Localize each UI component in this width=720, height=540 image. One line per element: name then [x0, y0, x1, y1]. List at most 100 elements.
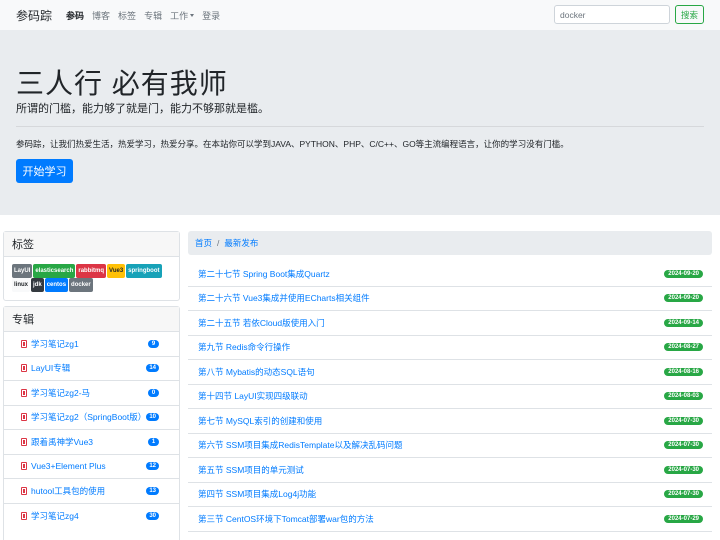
- tag-badge[interactable]: docker: [69, 278, 93, 292]
- post-title-link[interactable]: 第二十六节 Vue3集成并使用ECharts相关组件: [198, 292, 664, 304]
- post-date-badge: 2024-09-20: [664, 269, 703, 278]
- navbar: 参码踪 参码 博客 标签 专辑 工作 登录 docker 搜索: [0, 0, 720, 30]
- nav-item-label: 标签: [118, 10, 137, 21]
- album-count-badge: 10: [146, 413, 159, 422]
- post-item: 第八节 Mybatis的动态SQL语句 2024-08-16: [188, 360, 712, 385]
- breadcrumb-current[interactable]: 最新发布: [224, 237, 258, 249]
- search-form: docker 搜索: [553, 5, 704, 24]
- tag-badge[interactable]: rabbitmq: [76, 264, 107, 278]
- nav-item-label: 参码: [66, 10, 85, 21]
- post-date-badge: 2024-07-30: [664, 465, 703, 474]
- post-title-link[interactable]: 第十四节 LayUI实现四级联动: [198, 390, 664, 402]
- post-title-link[interactable]: 第八节 Mybatis的动态SQL语句: [198, 366, 664, 378]
- post-title-link[interactable]: 第三节 CentOS环境下Tomcat部署war包的方法: [198, 513, 664, 525]
- book-icon: [21, 388, 27, 397]
- post-title-link[interactable]: 第九节 Redis命令行操作: [198, 341, 664, 353]
- album-label: LayUI专辑: [31, 363, 71, 374]
- post-date-badge: 2024-07-30: [664, 490, 703, 499]
- album-label: 学习笔记zg4: [31, 510, 79, 521]
- album-label: 跟着禹神学Vue3: [31, 436, 94, 447]
- album-item[interactable]: 学习笔记zg2-马 0: [4, 381, 179, 406]
- book-icon: [21, 437, 27, 446]
- search-button[interactable]: 搜索: [674, 5, 704, 24]
- book-icon: [21, 413, 27, 422]
- album-count-badge: 13: [146, 486, 159, 495]
- hero-section: 三人行 必有我师 所谓的门槛，能力够了就是门，能力不够那就是槛。 参码踪，让我们…: [0, 30, 720, 215]
- breadcrumb-separator: /: [217, 238, 220, 248]
- breadcrumb: 首页 / 最新发布: [188, 231, 712, 255]
- post-date-badge: 2024-07-30: [664, 416, 703, 425]
- post-item: 第二十七节 Spring Boot集成Quartz 2024-09-20: [188, 262, 712, 287]
- tag-badge[interactable]: LayUI: [12, 264, 33, 278]
- post-title-link[interactable]: 第二十五节 若依Cloud版使用入门: [198, 317, 664, 329]
- album-item[interactable]: 跟着禹神学Vue3 1: [4, 430, 179, 455]
- tag-badge[interactable]: centos: [44, 278, 69, 292]
- album-count-badge: 1: [148, 437, 159, 446]
- post-item: 第四节 SSM项目集成Log4j功能 2024-07-30: [188, 483, 712, 507]
- book-icon: [21, 364, 27, 373]
- nav-item-work-dropdown[interactable]: 工作: [170, 9, 195, 22]
- brand-logo[interactable]: 参码踪: [16, 7, 52, 24]
- book-icon: [21, 339, 27, 348]
- caret-down-icon: [190, 13, 195, 17]
- albums-card-title: 专辑: [4, 307, 179, 332]
- album-label: hutool工具包的使用: [31, 485, 106, 496]
- post-date-badge: 2024-08-27: [664, 343, 703, 352]
- nav-item-login[interactable]: 登录: [202, 9, 220, 22]
- post-title-link[interactable]: 第七节 MySQL索引的创建和使用: [198, 415, 664, 427]
- album-item[interactable]: hutool工具包的使用 13: [4, 479, 179, 504]
- album-item[interactable]: 学习笔记zg1 9: [4, 332, 179, 357]
- book-icon: [21, 462, 27, 471]
- post-title-link[interactable]: 第二十七节 Spring Boot集成Quartz: [198, 268, 664, 280]
- post-item: 第七节 MySQL索引的创建和使用 2024-07-30: [188, 409, 712, 434]
- hero-divider: [16, 126, 704, 127]
- tag-badge[interactable]: Vue3: [107, 264, 126, 278]
- nav-item-label: 登录: [202, 10, 221, 21]
- album-item[interactable]: 学习笔记zg2（SpringBoot版） 10: [4, 406, 179, 430]
- post-list: 第二十七节 Spring Boot集成Quartz 2024-09-20 第二十六节…: [188, 262, 712, 532]
- nav-item-label: 专辑: [144, 10, 163, 21]
- post-item: 第二十六节 Vue3集成并使用ECharts相关组件 2024-09-20: [188, 287, 712, 311]
- post-item: 第六节 SSM项目集成RedisTemplate以及解决乱码问题 2024-07-…: [188, 434, 712, 458]
- tag-badge[interactable]: jdk: [31, 278, 44, 292]
- tag-badge[interactable]: elasticsearch: [33, 264, 76, 278]
- album-count-badge: 30: [146, 511, 159, 520]
- post-item: 第九节 Redis命令行操作 2024-08-27: [188, 336, 712, 360]
- album-count-badge: 14: [146, 364, 159, 373]
- album-count-badge: 12: [146, 462, 159, 471]
- post-item: 第五节 SSM项目的单元测试 2024-07-30: [188, 458, 712, 483]
- breadcrumb-home-link[interactable]: 首页: [195, 237, 212, 249]
- post-date-badge: 2024-08-03: [664, 392, 703, 401]
- tag-badge[interactable]: springboot: [126, 264, 162, 278]
- post-title-link[interactable]: 第五节 SSM项目的单元测试: [198, 464, 664, 476]
- search-input[interactable]: docker: [553, 5, 670, 24]
- start-learning-button[interactable]: 开始学习: [16, 159, 73, 183]
- hero-description: 参码踪，让我们热爱生活，热爱学习，热爱分享。在本站你可以学到JAVA、PYTHO…: [16, 139, 569, 149]
- album-item[interactable]: 学习笔记zg4 30: [4, 504, 179, 529]
- nav-item-label: 博客: [92, 10, 111, 21]
- post-date-badge: 2024-09-20: [664, 294, 703, 303]
- album-item[interactable]: LayUI专辑 14: [4, 357, 179, 381]
- hero-lead: 所谓的门槛，能力够了就是门，能力不够那就是槛。: [16, 103, 269, 115]
- tags-card: 标签 LayUI elasticsearch rabbitmq Vue3 springb…: [3, 231, 180, 301]
- nav-item-blog[interactable]: 博客: [92, 9, 110, 22]
- post-date-badge: 2024-09-14: [664, 318, 703, 327]
- post-title-link[interactable]: 第六节 SSM项目集成RedisTemplate以及解决乱码问题: [198, 439, 664, 451]
- post-item: 第三节 CentOS环境下Tomcat部署war包的方法 2024-07-29: [188, 507, 712, 532]
- nav-item-albums[interactable]: 专辑: [144, 9, 162, 22]
- album-label: Vue3+Element Plus: [31, 461, 106, 472]
- tag-badge[interactable]: linux: [12, 278, 31, 292]
- album-label: 学习笔记zg1: [31, 338, 79, 349]
- book-icon: [21, 486, 27, 495]
- post-date-badge: 2024-07-30: [664, 441, 703, 450]
- hero-title: 三人行 必有我师: [16, 68, 228, 99]
- album-label: 学习笔记zg2（SpringBoot版）: [31, 412, 147, 423]
- album-label: 学习笔记zg2-马: [31, 387, 91, 398]
- tags-list: LayUI elasticsearch rabbitmq Vue3 springboot…: [4, 257, 179, 299]
- nav-item-label: 工作: [170, 10, 189, 21]
- nav-item-home[interactable]: 参码: [66, 9, 84, 22]
- book-icon: [21, 511, 27, 520]
- post-title-link[interactable]: 第四节 SSM项目集成Log4j功能: [198, 488, 664, 500]
- nav-item-tags[interactable]: 标签: [118, 9, 136, 22]
- album-item[interactable]: Vue3+Element Plus 12: [4, 455, 179, 479]
